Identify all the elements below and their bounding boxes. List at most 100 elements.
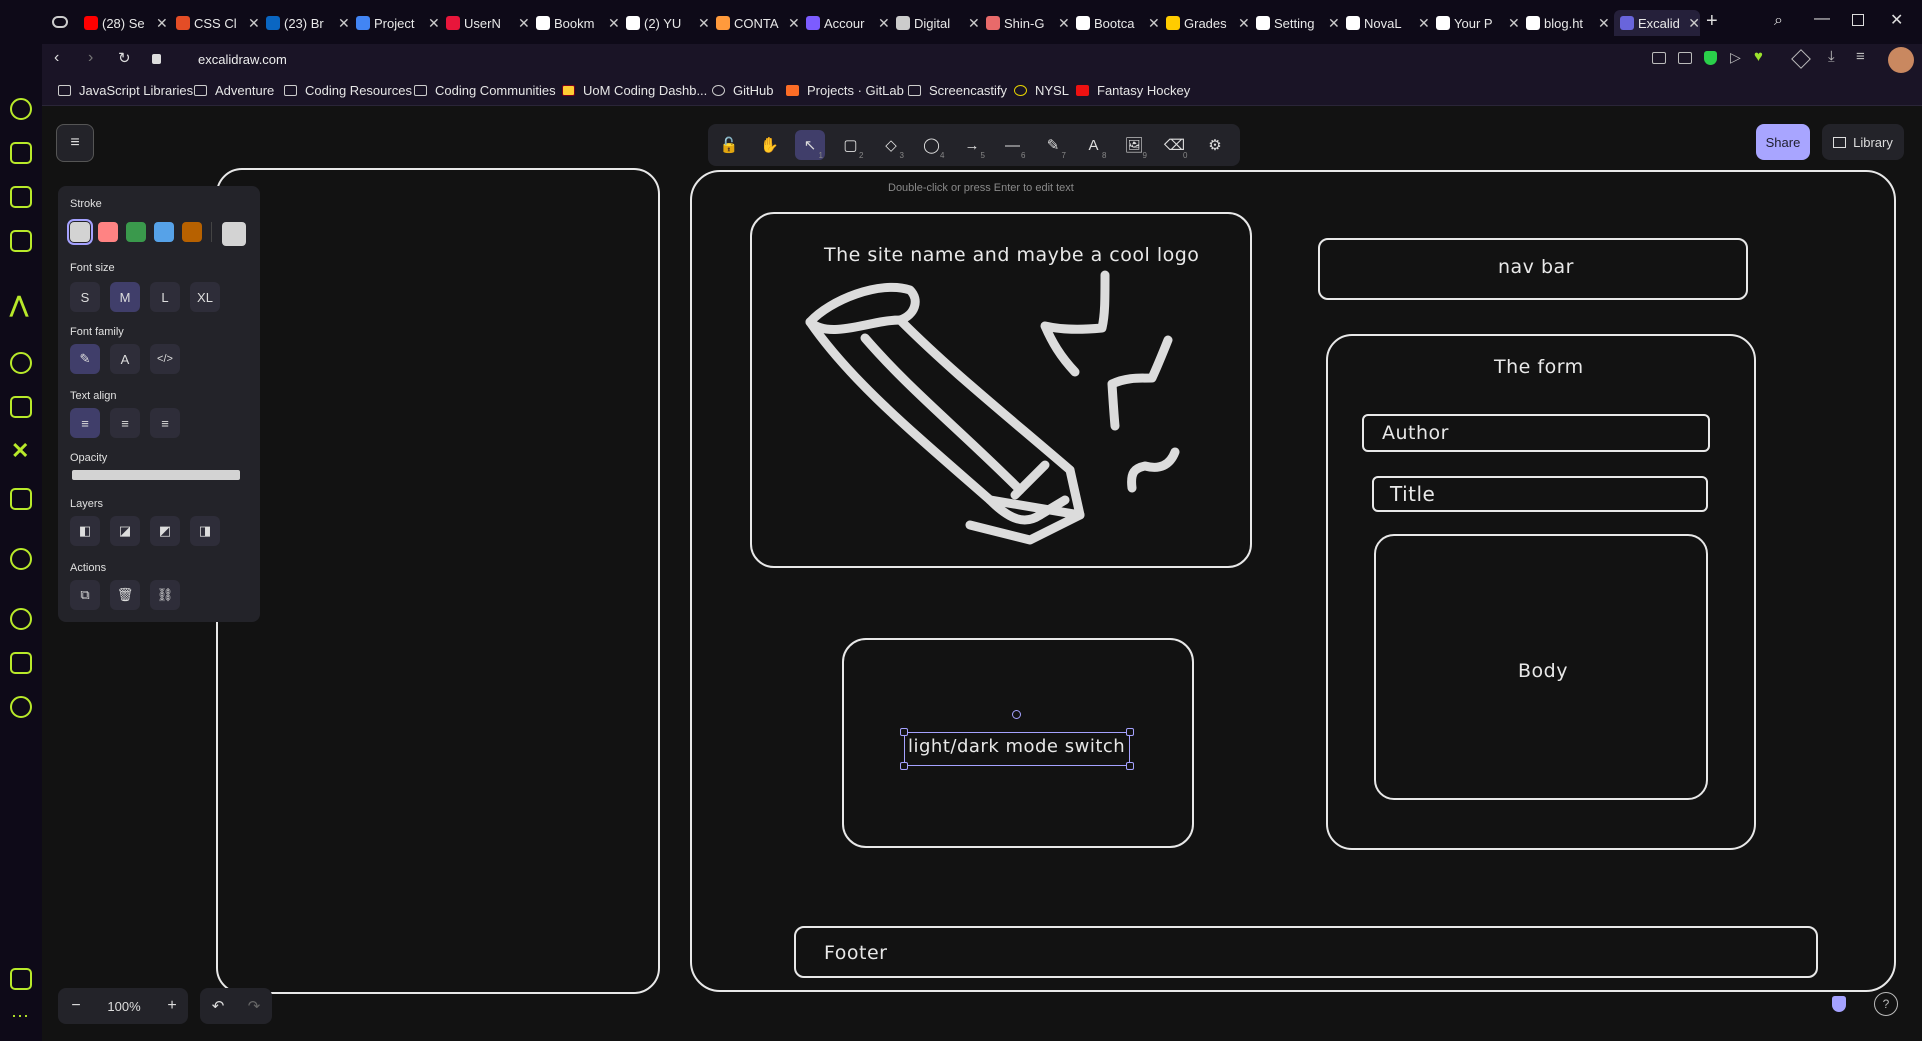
help-button[interactable]: ? [1874,992,1898,1016]
bookmark-uom[interactable]: UoM Coding Dashb... [562,83,707,98]
tab-close-icon[interactable]: ✕ [608,15,620,32]
tab-15[interactable]: Your P ✕ [1436,10,1522,36]
tab-close-icon[interactable]: ✕ [248,15,260,32]
maximize-button[interactable] [1852,14,1864,26]
cpu-icon[interactable] [10,230,32,252]
forward-button[interactable]: › [88,49,93,67]
bring-forward-icon[interactable]: ◩ [150,516,180,546]
settings-gear-icon[interactable] [10,696,32,718]
current-stroke-swatch[interactable] [222,222,246,246]
reload-button[interactable]: ↻ [118,49,131,67]
zoom-level[interactable]: 100% [98,992,150,1020]
rotation-handle[interactable] [1012,710,1021,719]
tab-10[interactable]: Shin-G ✕ [986,10,1072,36]
search-tabs-icon[interactable]: ⌕ [1774,12,1783,30]
send-backward-icon[interactable]: ◪ [110,516,140,546]
arrow-icon[interactable]: → 5 [957,130,987,161]
library-button[interactable]: Library [1822,124,1904,160]
delete-icon[interactable]: 🗑 [110,580,140,610]
selection-icon[interactable]: ↖ 1 [795,130,825,160]
redo-button[interactable]: ↷ [240,992,268,1020]
vpn-shield-icon[interactable] [1704,51,1717,65]
tab-5[interactable]: Bookm ✕ [536,10,622,36]
bookmark-nysl[interactable]: NYSL [1014,83,1069,98]
tab-close-icon[interactable]: ✕ [1598,15,1610,32]
share-button[interactable]: Share [1756,124,1810,160]
bring-to-front-icon[interactable]: ◨ [190,516,220,546]
tab-13[interactable]: Setting ✕ [1256,10,1342,36]
more-icon[interactable]: ⋯ [11,1006,29,1027]
extensions-cube-icon[interactable] [10,652,32,674]
tab-6[interactable]: (2) YU ✕ [626,10,712,36]
rectangle-icon[interactable]: ▢ 2 [836,130,866,160]
gx-control-icon[interactable] [52,16,68,28]
speed-dial-icon[interactable] [10,98,32,120]
camera-icon[interactable] [1678,52,1692,64]
tab-close-icon[interactable]: ✕ [338,15,350,32]
body-text[interactable]: Body [1518,660,1568,682]
pencil-icon[interactable]: ✎ 7 [1038,130,1068,160]
tab-12[interactable]: Grades ✕ [1166,10,1252,36]
tab-close-icon[interactable]: ✕ [1238,15,1250,32]
messenger-icon[interactable] [10,352,32,374]
font-size-s[interactable]: S [70,282,100,312]
player-icon[interactable] [10,548,32,570]
eraser-icon[interactable]: ⌫ 0 [1160,130,1190,160]
footer-rect[interactable] [794,926,1818,978]
tab-3[interactable]: Project ✕ [356,10,442,36]
font-size-m[interactable]: M [110,282,140,312]
bookmark-screencastify[interactable]: Screencastify [908,83,1007,98]
extra-tools-icon[interactable]: ⚙ [1200,130,1230,160]
instagram-icon[interactable] [10,396,32,418]
stroke-swatch-red[interactable] [98,222,118,242]
aria-icon[interactable]: ⋀ [10,292,28,318]
pencil-drawing[interactable] [790,260,1190,560]
tab-0[interactable]: (28) Se ✕ [84,10,170,36]
main-menu-button[interactable]: ≡ [56,124,94,162]
downloads-icon[interactable]: ⤓ [1828,48,1835,65]
nav-bar-text[interactable]: nav bar [1498,256,1574,278]
tab-close-icon[interactable]: ✕ [1328,15,1340,32]
profile-avatar[interactable] [1888,47,1914,73]
footer-text[interactable]: Footer [824,942,887,964]
stroke-swatch-green[interactable] [126,222,146,242]
bookmark-github[interactable]: GitHub [712,83,773,98]
duplicate-icon[interactable]: ⧉ [70,580,100,610]
stroke-swatch-blue[interactable] [154,222,174,242]
tab-8[interactable]: Accour ✕ [806,10,892,36]
cube-icon[interactable] [1791,49,1811,69]
url-field[interactable]: excalidraw.com [198,52,287,67]
tab-close-icon[interactable]: ✕ [428,15,440,32]
tab-17[interactable]: Excalid ✕ [1614,10,1700,36]
tab-close-icon[interactable]: ✕ [156,15,168,32]
x-icon[interactable]: ✕ [11,438,29,464]
stroke-swatch-orange[interactable] [182,222,202,242]
opacity-slider[interactable] [72,470,240,480]
tab-close-icon[interactable]: ✕ [1418,15,1430,32]
tab-close-icon[interactable]: ✕ [968,15,980,32]
new-tab-button[interactable]: + [1706,10,1718,33]
send-icon[interactable]: ▷ [1730,49,1741,66]
minimize-button[interactable]: — [1814,10,1830,28]
back-button[interactable]: ‹ [54,49,59,67]
font-size-xl[interactable]: XL [190,282,220,312]
tab-close-icon[interactable]: ✕ [518,15,530,32]
tab-close-icon[interactable]: ✕ [1508,15,1520,32]
tab-close-icon[interactable]: ✕ [1058,15,1070,32]
align-left-icon[interactable]: ≡ [70,408,100,438]
text-icon[interactable]: A8 [1079,130,1109,161]
tab-1[interactable]: CSS Cl ✕ [176,10,262,36]
tab-9[interactable]: Digital ✕ [896,10,982,36]
menu-lines-icon[interactable]: ≡ [1856,48,1865,65]
selection-handle-tr[interactable] [1126,728,1134,736]
undo-button[interactable]: ↶ [204,992,232,1020]
align-center-icon[interactable]: ≡ [110,408,140,438]
bookmark-folder-coding-resources[interactable]: Coding Resources [284,83,412,98]
align-right-icon[interactable]: ≡ [150,408,180,438]
tab-7[interactable]: CONTA ✕ [716,10,802,36]
left-panel-rect[interactable] [216,168,660,994]
font-code-icon[interactable]: </> [150,344,180,374]
wallpaper-icon[interactable] [10,968,32,990]
font-normal-icon[interactable]: A [110,344,140,374]
tab-11[interactable]: Bootca ✕ [1076,10,1162,36]
